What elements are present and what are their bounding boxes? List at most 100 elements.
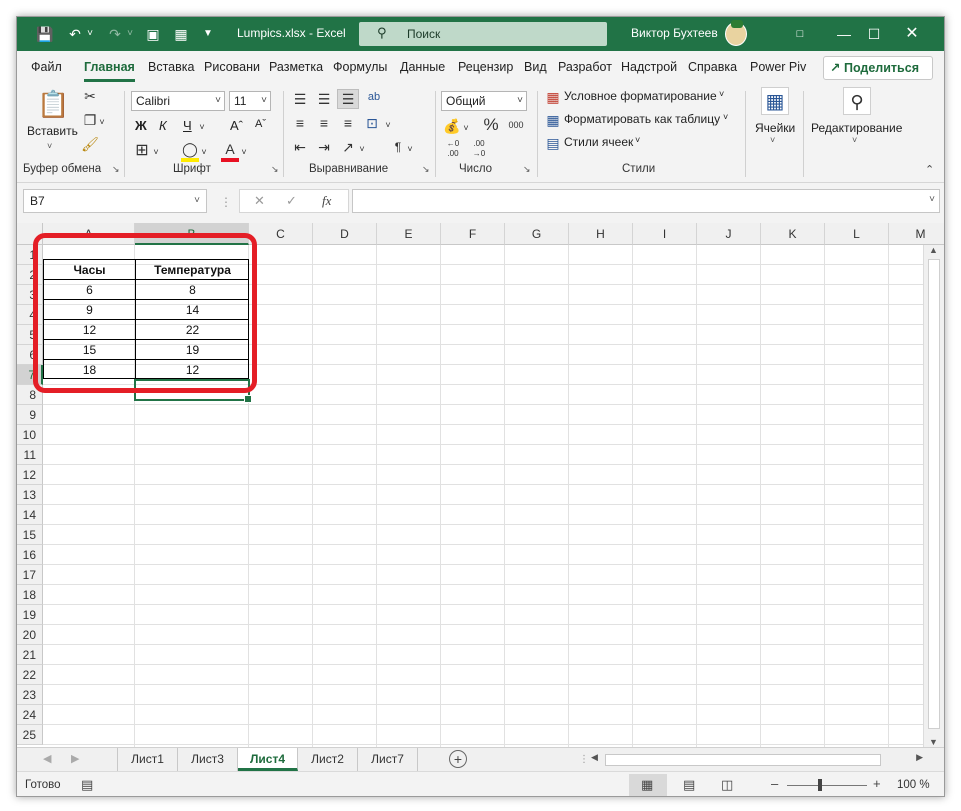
column-header-h[interactable]: H [569,223,633,245]
row-header-20[interactable]: 20 [17,625,43,645]
tab-formulas[interactable]: Формулы [333,60,387,74]
zoom-percent[interactable]: 100 % [897,779,930,791]
row-header-9[interactable]: 9 [17,405,43,425]
row-header-13[interactable]: 13 [17,485,43,505]
decrease-indent-icon[interactable]: ⇤ [291,138,309,156]
row-header-23[interactable]: 23 [17,685,43,705]
redo-icon[interactable]: ↷ [105,25,125,43]
enter-icon[interactable]: ✓ [286,193,297,209]
row-header-11[interactable]: 11 [17,445,43,465]
tab-insert[interactable]: Вставка [148,60,194,74]
font-color-icon[interactable]: A [221,140,239,162]
italic-button[interactable]: К [159,118,167,133]
add-sheet-button[interactable]: + [449,750,467,768]
align-middle-icon[interactable]: ☰ [315,90,333,108]
insert-function-icon[interactable]: fx [322,193,331,209]
search-box[interactable]: ⚲ Поиск [359,22,607,46]
avatar[interactable] [725,20,747,46]
horizontal-scrollbar[interactable]: ◀ ▶ [591,752,923,768]
bold-button[interactable]: Ж [135,118,147,133]
ribbon-display-icon[interactable]: □ [785,23,815,45]
column-header-c[interactable]: C [249,223,313,245]
align-left-icon[interactable]: ≡ [291,114,309,132]
minimize-icon[interactable]: — [829,23,859,45]
editing-button[interactable]: Редактирование [811,121,902,135]
decrease-decimal-icon[interactable]: .00 →0 [469,139,489,159]
row-header-12[interactable]: 12 [17,465,43,485]
tab-page-layout[interactable]: Разметка [269,60,323,74]
row-header-21[interactable]: 21 [17,645,43,665]
number-launcher-icon[interactable]: ↘ [523,164,531,175]
orientation-icon[interactable]: ab [365,88,383,106]
row-header-14[interactable]: 14 [17,505,43,525]
scroll-up-icon[interactable]: ▲ [929,245,938,255]
share-button[interactable]: ↗ Поделиться [823,56,933,80]
save-icon[interactable]: 💾 [35,25,55,43]
tab-draw[interactable]: Рисовани [204,60,260,74]
row-header-25[interactable]: 25 [17,725,43,745]
paste-icon[interactable]: 📋 [37,89,69,119]
paste-dropdown-icon[interactable]: ˅ [47,141,52,151]
format-as-table-dropdown-icon[interactable]: ˅ [723,112,728,122]
row-header-19[interactable]: 19 [17,605,43,625]
page-layout-view-icon[interactable]: ▤ [683,777,695,793]
align-right-icon[interactable]: ≡ [339,114,357,132]
font-launcher-icon[interactable]: ↘ [271,164,279,175]
sheet-tab-2[interactable]: Лист2 [298,748,358,771]
horizontal-scroll-thumb[interactable] [605,754,881,766]
column-header-k[interactable]: K [761,223,825,245]
maximize-icon[interactable]: ☐ [859,23,889,45]
column-header-m[interactable]: M [889,223,944,245]
zoom-slider[interactable] [787,785,867,786]
conditional-formatting-icon[interactable]: ▦ [545,88,561,106]
zoom-in-icon[interactable]: + [873,776,881,791]
row-header-18[interactable]: 18 [17,585,43,605]
tab-developer[interactable]: Разработ [558,60,612,74]
zoom-slider-thumb[interactable] [818,779,822,791]
clipboard-launcher-icon[interactable]: ↘ [112,164,120,175]
cells-icon[interactable]: ▦ [761,87,789,115]
conditional-formatting-button[interactable]: Условное форматирование [564,89,717,103]
copy-dropdown-icon[interactable]: ˅ [97,113,107,131]
angle-dropdown-icon[interactable]: ˅ [357,140,367,158]
paste-label[interactable]: Вставить [27,124,78,138]
prev-sheet-icon[interactable]: ◀ [43,752,51,765]
column-header-f[interactable]: F [441,223,505,245]
cell-styles-button[interactable]: Стили ячеек [564,135,633,149]
tab-help[interactable]: Справка [688,60,737,74]
number-format-select[interactable]: Общий ˅ [441,91,527,111]
tab-power-pivot[interactable]: Power Piv [750,60,806,74]
sheet-tab-3[interactable]: Лист3 [178,748,238,771]
increase-decimal-icon[interactable]: ←0.00 [443,139,463,159]
underline-button[interactable]: Ч [183,118,192,133]
redo-dropdown-icon[interactable]: ˅ [125,25,135,43]
name-box[interactable]: B7 ˅ [23,189,207,213]
currency-dropdown-icon[interactable]: ˅ [461,119,471,137]
currency-icon[interactable]: 💰 [443,117,461,135]
next-sheet-icon[interactable]: ▶ [71,752,79,765]
editing-dropdown-icon[interactable]: ˅ [852,135,857,145]
format-as-table-button[interactable]: Форматировать как таблицу [564,112,720,126]
sheet-tab-7[interactable]: Лист7 [358,748,418,771]
cut-icon[interactable]: ✂ [81,87,99,105]
row-header-10[interactable]: 10 [17,425,43,445]
cells-dropdown-icon[interactable]: ˅ [770,135,775,145]
format-painter-icon[interactable]: 🖌 [81,135,99,153]
row-header-15[interactable]: 15 [17,525,43,545]
sheet-tab-1[interactable]: Лист1 [118,748,178,771]
align-bottom-icon[interactable]: ☰ [337,89,359,109]
zoom-out-icon[interactable]: – [771,776,778,791]
close-icon[interactable]: ✕ [897,23,927,45]
collapse-ribbon-icon[interactable]: ⌃ [925,163,934,176]
alignment-launcher-icon[interactable]: ↘ [422,164,430,175]
cell-styles-icon[interactable]: ▤ [545,134,561,152]
expand-formula-icon[interactable]: ˅ [929,194,935,205]
conditional-formatting-dropdown-icon[interactable]: ˅ [719,89,724,99]
vertical-scrollbar[interactable]: ▲ ▼ [923,245,944,747]
vertical-scroll-thumb[interactable] [928,259,940,729]
tab-addins[interactable]: Надстрой [621,60,677,74]
grid-icon[interactable]: ▦ [171,25,191,43]
decrease-font-icon[interactable]: Aˇ [255,118,266,130]
scroll-down-icon[interactable]: ▼ [929,737,938,747]
column-header-l[interactable]: L [825,223,889,245]
